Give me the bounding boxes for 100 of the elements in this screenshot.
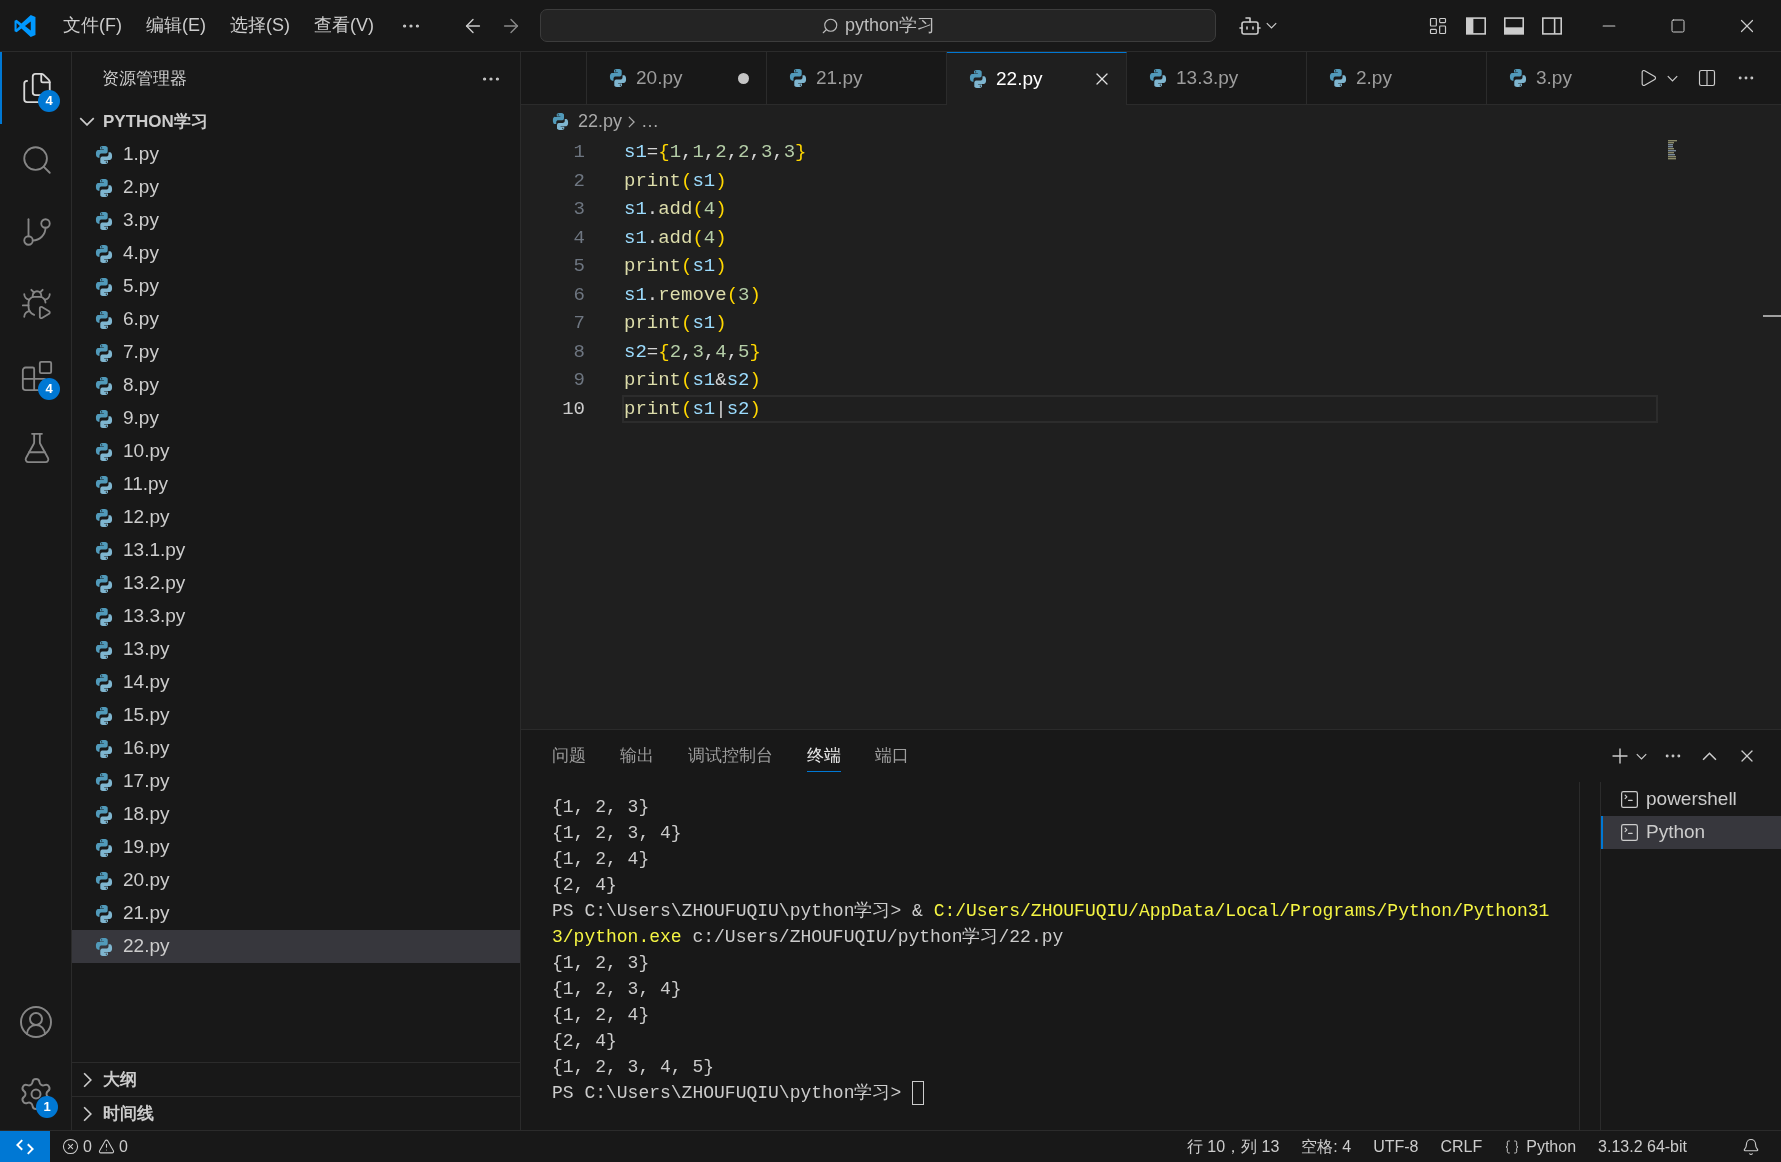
file-item[interactable]: 14.py [72,666,520,699]
terminal-session[interactable]: Python [1601,816,1781,849]
code-line: print(s1) [623,311,728,336]
editor-tab[interactable]: 21.py [767,52,947,105]
section-title: 时间线 [103,1102,154,1125]
maximize-icon[interactable] [1669,17,1686,34]
status-item[interactable]: 行 10，列 13 [1175,1131,1291,1162]
interpreter-button[interactable]: 3.13.2 64-bit [1587,1131,1698,1162]
session-label: powershell [1646,787,1737,812]
file-item[interactable]: 10.py [72,435,520,468]
panel-bottom-toggle-icon[interactable] [1504,16,1524,35]
terminal-session[interactable]: powershell [1601,783,1781,816]
file-item[interactable]: 15.py [72,699,520,732]
editor-tab[interactable]: 13.3.py [1127,52,1307,105]
panel-tab[interactable]: 输出 [620,740,654,772]
file-item[interactable]: 9.py [72,402,520,435]
file-item[interactable]: 7.py [72,336,520,369]
tab-label: 13.3.py [1176,65,1239,90]
file-item[interactable]: 20.py [72,864,520,897]
terminal-line: {1, 2, 3} [552,952,650,975]
file-item[interactable]: 13.2.py [72,567,520,600]
file-item[interactable]: 3.py [72,204,520,237]
python-file-icon [95,277,113,296]
logo-icon[interactable] [14,14,36,37]
file-item[interactable]: 5.py [72,270,520,303]
menu-item[interactable]: 文件(F) [51,8,134,43]
file-item[interactable]: 18.py [72,798,520,831]
language-button[interactable]: Python [1493,1131,1588,1162]
file-item[interactable]: 17.py [72,765,520,798]
file-item[interactable]: 19.py [72,831,520,864]
terminal-icon [1619,822,1640,843]
editor-tab[interactable]: 20.py [587,52,767,105]
file-name: 22.py [123,934,170,959]
line-number: 10 [561,396,585,422]
file-name: 16.py [123,736,170,761]
problems-button[interactable]: 0 0 [62,1131,128,1162]
file-name: 11.py [123,472,169,497]
status-item[interactable]: 空格: 4 [1290,1131,1363,1162]
file-item[interactable]: 13.3.py [72,600,520,633]
panel-tab[interactable]: 端口 [875,740,909,772]
command-center-field[interactable]: python学习 [540,9,1216,42]
caret-icon[interactable] [1667,74,1678,82]
menu-item[interactable]: 查看(V) [302,8,386,43]
python-file-icon [95,244,113,263]
file-name: 13.2.py [123,571,186,596]
account-icon [17,1004,54,1040]
panel-tab[interactable]: 问题 [552,740,586,772]
file-item[interactable]: 4.py [72,237,520,270]
python-file-icon [95,475,113,494]
breadcrumb-item[interactable]: … [641,108,660,135]
panel-tab[interactable]: 调试控制台 [688,740,773,772]
python-file-icon [95,343,113,362]
code-line: print(s1) [623,254,728,279]
python-file-icon [95,574,113,593]
sidebar-title: 资源管理器 [102,67,187,90]
settings-button[interactable]: 1 [0,1058,71,1130]
panel-left-toggle-icon[interactable] [1466,16,1486,35]
bell-icon[interactable] [1742,1137,1760,1156]
file-item[interactable]: 11.py [72,468,520,501]
tab-label: 20.py [636,65,683,90]
caret-icon[interactable] [1636,752,1647,760]
tab-label: 2.py [1356,65,1392,90]
file-item[interactable]: 1.py [72,138,520,171]
breadcrumb-item[interactable]: 22.py [578,108,623,135]
file-item[interactable]: 6.py [72,303,520,336]
file-item[interactable]: 16.py [72,732,520,765]
python-file-icon [969,70,987,88]
caret-icon[interactable] [1266,22,1277,29]
file-item[interactable]: 13.1.py [72,534,520,567]
file-item[interactable]: 2.py [72,171,520,204]
file-item[interactable]: 12.py [72,501,520,534]
maximize-panel-icon[interactable] [1702,751,1717,761]
section-header[interactable]: 大纲 [72,1062,520,1096]
folder-row[interactable]: PYTHON学习 [72,105,520,138]
activity-bar-button[interactable]: 4 [0,52,71,124]
panel-right-toggle-icon[interactable] [1542,16,1562,35]
status-item[interactable]: CRLF [1429,1131,1494,1162]
panel-tab[interactable]: 终端 [807,740,841,772]
minimap[interactable] [1668,140,1680,160]
editor-tab[interactable]: 22.py [947,52,1127,105]
section-title: 大纲 [103,1068,137,1091]
file-item[interactable]: 13.py [72,633,520,666]
python-file-icon [552,113,569,130]
layout-icon[interactable] [1428,15,1448,36]
file-item[interactable]: 21.py [72,897,520,930]
status-item[interactable]: UTF-8 [1362,1131,1430,1162]
cursor-position-marker [1763,315,1781,317]
file-item[interactable]: 22.py [72,930,520,963]
file-item[interactable]: 8.py [72,369,520,402]
python-file-icon [95,310,113,329]
file-name: 5.py [123,274,159,299]
split-editor-icon[interactable] [1697,68,1717,88]
menu-item[interactable]: 选择(S) [218,8,302,43]
remote-button[interactable] [0,1131,50,1162]
activity-bar-button[interactable]: 4 [0,340,71,412]
editor-tab[interactable]: 2.py [1307,52,1487,105]
terminal-line: PS C:\Users\ZHOUFUQIU\python学习> [552,1082,903,1105]
python-file-icon [95,706,113,725]
file-name: 14.py [123,670,170,695]
menu-item[interactable]: 编辑(E) [134,8,218,43]
